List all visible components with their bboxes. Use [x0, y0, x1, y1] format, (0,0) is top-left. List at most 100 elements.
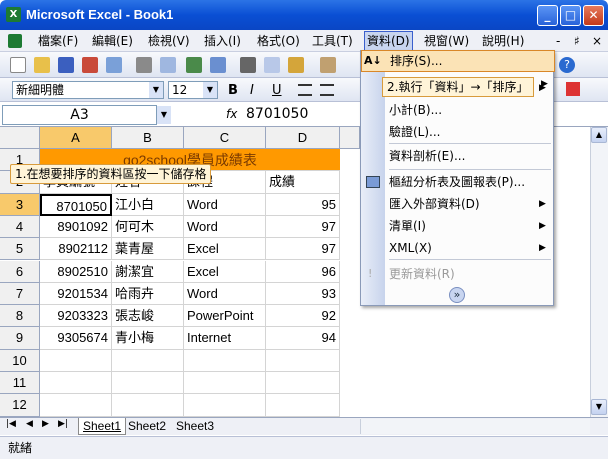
cell[interactable]: 8701050	[40, 193, 112, 216]
menu-item-refresh-data[interactable]: 更新資料(R)	[389, 263, 455, 285]
horizontal-scrollbar[interactable]	[360, 419, 590, 434]
font-color-icon[interactable]	[566, 82, 580, 96]
cell[interactable]: 9203323	[40, 305, 112, 328]
cell[interactable]: PowerPoint	[184, 305, 266, 328]
menu-item-sort[interactable]: 排序(S)...	[390, 50, 442, 72]
menu-item-pivot-table[interactable]: 樞紐分析表及圖報表(P)...	[389, 171, 525, 193]
print-preview-icon[interactable]	[160, 57, 176, 73]
row-header[interactable]: 12	[0, 394, 40, 417]
font-size-select[interactable]: 12 ▼	[168, 81, 218, 99]
cell[interactable]: 8901092	[40, 215, 112, 239]
scroll-down-icon[interactable]: ▼	[591, 399, 607, 415]
menu-item-xml[interactable]: XML(X)	[389, 237, 432, 259]
cell[interactable]	[112, 394, 184, 417]
doc-close-button[interactable]: ×	[592, 33, 602, 49]
permission-icon[interactable]	[82, 57, 98, 73]
cell[interactable]	[184, 372, 266, 395]
row-header[interactable]: 6	[0, 260, 40, 283]
cell[interactable]	[266, 372, 340, 395]
document-icon[interactable]	[8, 34, 22, 48]
menu-item-list[interactable]: 清單(I)	[389, 215, 426, 237]
cell[interactable]: 成績	[266, 171, 340, 194]
cell[interactable]	[184, 394, 266, 417]
expand-menu-icon[interactable]: »	[449, 287, 465, 303]
chevron-down-icon[interactable]: ▼	[149, 82, 163, 98]
cell[interactable]: Word	[184, 215, 266, 239]
menu-help[interactable]: 說明(H)	[482, 33, 524, 49]
cell[interactable]: 92	[266, 305, 340, 328]
print-icon[interactable]	[136, 57, 152, 73]
prev-sheet-icon[interactable]: ◀	[26, 419, 33, 429]
menu-window[interactable]: 視窗(W)	[424, 33, 469, 49]
column-header[interactable]: C	[184, 127, 266, 149]
chevron-down-icon[interactable]: ▼	[157, 106, 171, 124]
help-icon[interactable]: ?	[559, 57, 575, 73]
cell[interactable]: 97	[266, 215, 340, 239]
tab-sheet3[interactable]: Sheet3	[176, 418, 214, 435]
cell[interactable]: Internet	[184, 327, 266, 350]
row-header[interactable]: 7	[0, 282, 40, 306]
email-icon[interactable]	[106, 57, 122, 73]
window-title-bar[interactable]: X Microsoft Excel - Book1 _ □ ✕	[0, 0, 608, 30]
cell[interactable]: 哈雨卉	[112, 282, 184, 306]
row-header[interactable]: 5	[0, 238, 40, 261]
row-header[interactable]: 8	[0, 305, 40, 328]
cell[interactable]: 96	[266, 260, 340, 283]
menu-item-subtotals[interactable]: 小計(B)...	[389, 99, 442, 121]
cell[interactable]: 葉青屋	[112, 238, 184, 261]
underline-button[interactable]: U	[272, 83, 282, 98]
cell[interactable]	[266, 349, 340, 372]
align-center-icon[interactable]	[320, 84, 334, 96]
align-left-icon[interactable]	[298, 84, 312, 96]
formula-value[interactable]: 8701050	[246, 105, 308, 123]
last-sheet-icon[interactable]: ▶|	[58, 419, 68, 429]
menu-tools[interactable]: 工具(T)	[312, 33, 353, 49]
new-icon[interactable]	[10, 57, 26, 73]
menu-format[interactable]: 格式(O)	[257, 33, 300, 49]
menu-file[interactable]: 檔案(F)	[38, 33, 78, 49]
column-header[interactable]: A	[40, 127, 112, 149]
research-icon[interactable]	[210, 57, 226, 73]
first-sheet-icon[interactable]: |◀	[6, 419, 16, 429]
cell[interactable]: 94	[266, 327, 340, 350]
name-box[interactable]: A3	[2, 105, 157, 125]
cell[interactable]	[184, 349, 266, 372]
function-icon[interactable]: fx	[226, 107, 237, 121]
menu-insert[interactable]: 插入(I)	[204, 33, 241, 49]
cell[interactable]: 張志峻	[112, 305, 184, 328]
cut-icon[interactable]	[240, 57, 256, 73]
doc-minimize-button[interactable]: -	[556, 33, 560, 49]
save-icon[interactable]	[58, 57, 74, 73]
cell[interactable]: 8902112	[40, 238, 112, 261]
paste-icon[interactable]	[288, 57, 304, 73]
minimize-button[interactable]: _	[537, 5, 558, 26]
cell[interactable]: Word	[184, 193, 266, 216]
cell[interactable]	[40, 394, 112, 417]
open-icon[interactable]	[34, 57, 50, 73]
scroll-up-icon[interactable]: ▲	[591, 127, 607, 143]
menu-data[interactable]: 資料(D)	[364, 31, 413, 51]
row-header[interactable]: 3	[0, 193, 40, 216]
doc-restore-button[interactable]: ♯	[574, 33, 580, 49]
cell[interactable]: 何可木	[112, 215, 184, 239]
format-painter-icon[interactable]	[320, 57, 336, 73]
tab-sheet1[interactable]: Sheet1	[78, 418, 127, 435]
select-all-corner[interactable]	[0, 127, 40, 149]
column-header[interactable]: D	[266, 127, 340, 149]
row-header[interactable]: 4	[0, 215, 40, 239]
next-sheet-icon[interactable]: ▶	[42, 419, 49, 429]
bold-button[interactable]: B	[228, 83, 238, 98]
tab-sheet2[interactable]: Sheet2	[128, 418, 166, 435]
cell[interactable]: Word	[184, 282, 266, 306]
menu-view[interactable]: 檢視(V)	[148, 33, 190, 49]
close-button[interactable]: ✕	[583, 5, 604, 26]
cell[interactable]	[40, 372, 112, 395]
maximize-button[interactable]: □	[560, 5, 581, 26]
row-header[interactable]: 10	[0, 349, 40, 372]
cell[interactable]: Excel	[184, 260, 266, 283]
cell[interactable]: 97	[266, 238, 340, 261]
chevron-down-icon[interactable]: ▼	[203, 82, 217, 98]
cell[interactable]: 95	[266, 193, 340, 216]
cell[interactable]: 江小白	[112, 193, 184, 216]
excel-app-icon[interactable]: X	[6, 7, 21, 22]
